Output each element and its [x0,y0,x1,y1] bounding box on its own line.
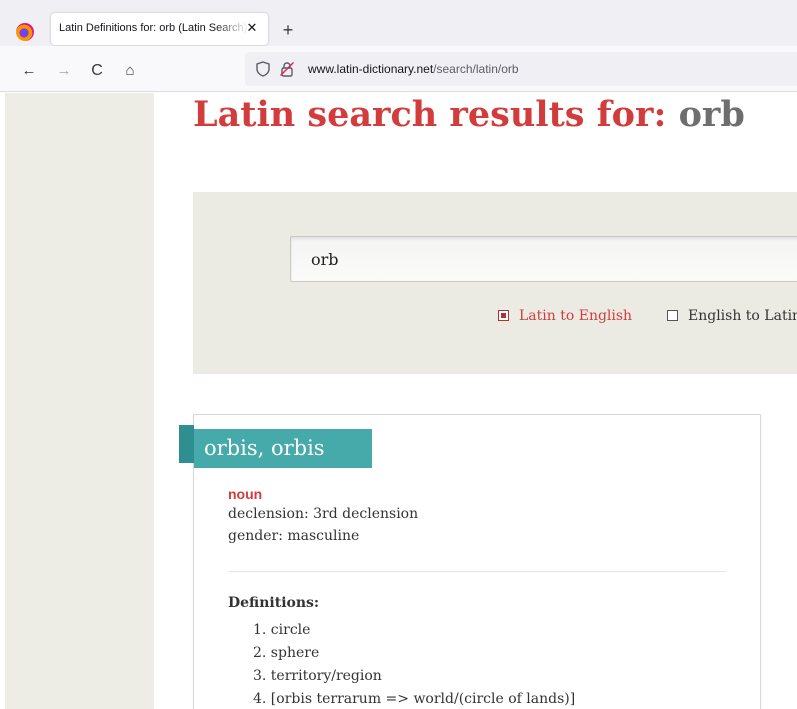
search-input[interactable] [290,236,797,282]
option-english-to-latin[interactable]: English to Latin [667,307,797,325]
url-bar[interactable]: www.latin-dictionary.net/search/latin/or… [245,52,797,86]
definition-item: 4. [orbis terrarum => world/(circle of l… [253,691,576,707]
declension: declension: 3rd declension [228,506,419,522]
ribbon-fold [179,425,194,463]
home-icon[interactable]: ⌂ [121,62,139,80]
url-text[interactable]: www.latin-dictionary.net/search/latin/or… [308,62,519,76]
url-path: /search/latin/orb [433,62,519,76]
option-latin-to-english-label: Latin to English [519,308,633,324]
page-content: Latin search results for: orb Latin to E… [0,93,797,709]
definition-item: 1. circle [253,622,311,638]
page-title-prefix: Latin search results for: [193,94,667,135]
insecure-lock-icon[interactable] [279,61,295,77]
latin-to-english-checkbox[interactable] [498,310,509,321]
part-of-speech: noun [228,486,263,502]
search-panel: Latin to English English to Latin [193,192,797,374]
headword: orbis, orbis [204,436,325,460]
shield-icon[interactable] [256,61,270,77]
definitions-list: 1. circle 2. sphere 3. territory/region … [253,619,575,709]
page-title: Latin search results for: orb [193,95,745,135]
page-title-query: orb [678,94,745,135]
reload-icon[interactable]: C [88,62,106,80]
definition-item: 3. territory/region [253,668,382,684]
left-sidebar [5,93,154,709]
url-host: www.latin-dictionary.net [308,62,434,76]
option-english-to-latin-label: English to Latin [688,308,797,324]
word-info: noun declension: 3rd declension gender: … [228,485,726,547]
divider [228,571,726,572]
gender: gender: masculine [228,528,360,544]
english-to-latin-checkbox[interactable] [667,310,678,321]
browser-nav-bar: ← → C ⌂ www.latin-dictionary.net/search/… [0,46,797,92]
firefox-logo-icon[interactable] [16,23,34,41]
definitions-heading: Definitions: [228,595,320,611]
back-arrow-icon[interactable]: ← [20,62,38,80]
tab-title: Latin Definitions for: orb (Latin Search… [59,22,248,34]
tab-close-icon[interactable]: ✕ [244,20,260,36]
browser-tab[interactable]: Latin Definitions for: orb (Latin Search… [51,13,268,45]
option-latin-to-english[interactable]: Latin to English [498,307,632,325]
definition-item: 2. sphere [253,645,320,661]
browser-tab-bar: Latin Definitions for: orb (Latin Search… [0,0,797,46]
headword-ribbon: orbis, orbis [194,429,372,468]
forward-arrow-icon[interactable]: → [55,62,73,80]
new-tab-icon[interactable]: + [279,21,297,39]
